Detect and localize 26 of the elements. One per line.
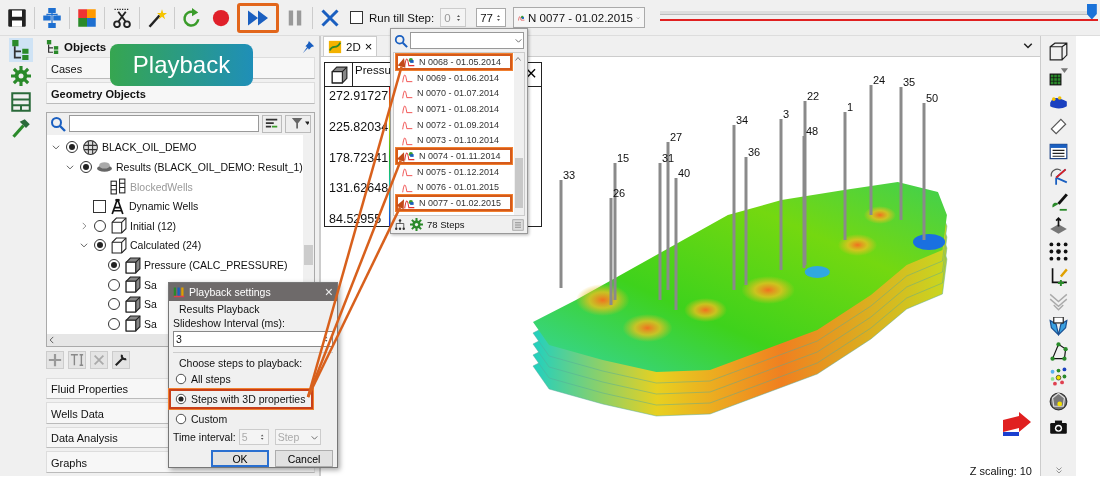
well-label: 36 [748,146,761,158]
group-label: Results Playback [179,303,261,315]
well-label: 22 [807,90,820,102]
run-till-step-label: Run till Step: [369,11,435,24]
field-label: Slideshow Interval (ms): [173,317,287,329]
z-scaling-status: Z scaling: 10 [969,465,1032,477]
well-label: 33 [563,169,576,181]
well-label: 50 [926,92,939,104]
panel-title: Objects [64,40,108,53]
playback-tooltip: Playback [110,44,253,86]
well-label: 35 [903,76,916,88]
step-count: 78 Steps [427,219,465,230]
well-label: 1 [847,101,854,113]
legend-title: Pressu [355,64,391,76]
well-label: 26 [613,187,626,199]
group-label: Choose steps to playback: [179,357,304,369]
well-label: 3 [783,108,790,120]
well-label: 27 [670,131,683,143]
well-label: 15 [617,152,630,164]
well-label: 48 [806,125,819,137]
well-label: 34 [736,114,749,126]
dialog-title: Playback settings [189,286,272,298]
well-label: 24 [873,74,886,86]
well-label: 40 [678,167,691,179]
well-label: 31 [662,152,675,164]
field-label: Time interval: [173,431,236,443]
